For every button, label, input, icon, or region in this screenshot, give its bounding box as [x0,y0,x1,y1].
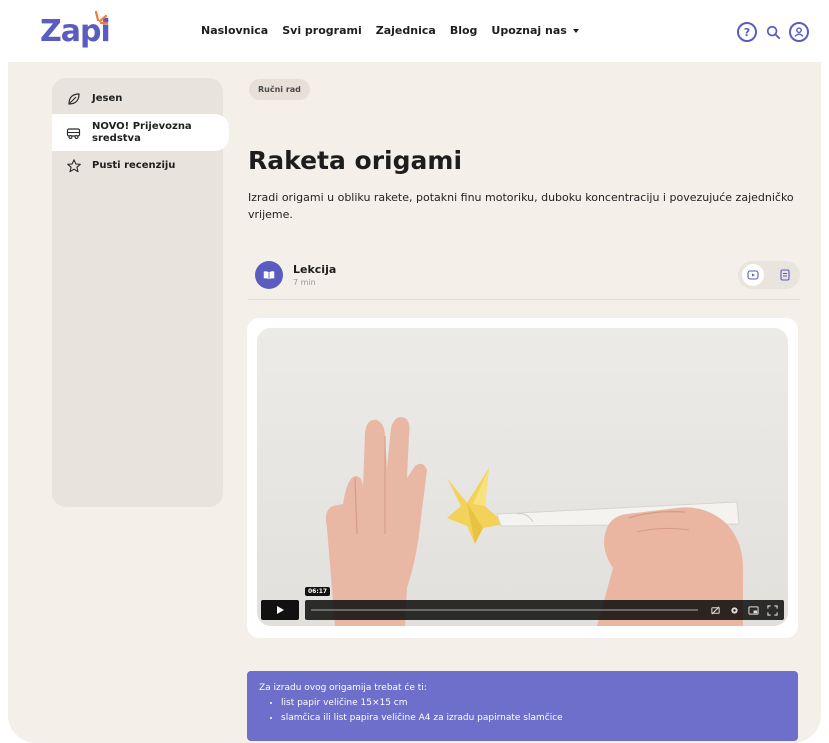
logo-spark-icon [94,10,108,25]
play-button[interactable] [261,600,299,620]
search-icon[interactable] [763,22,783,42]
sidebar-item-prijevozna-sredstva[interactable]: NOVO! Prijevozna sredstva [52,114,229,151]
fullscreen-icon[interactable] [766,603,778,617]
nav-blog[interactable]: Blog [450,24,478,37]
sidebar-item-label: NOVO! Prijevozna sredstva [92,121,192,144]
nav-svi-programi[interactable]: Svi programi [282,24,362,37]
page-description: Izradi origami u obliku rakete, potakni … [248,191,794,221]
picture-in-picture-icon[interactable] [747,603,759,617]
video-controls: 06:17 [261,587,784,620]
main-content: Jesen NOVO! Prijevozna sredstva Pusti re… [8,62,821,743]
list-item: list papir veličine 15×15 cm [281,696,786,711]
lesson-duration: 7 min [293,278,316,287]
play-icon [277,606,284,614]
video-view-button[interactable] [742,264,764,286]
nav-naslovnica[interactable]: Naslovnica [201,24,268,37]
view-toggle [738,261,800,289]
category-tag[interactable]: Ručni rad [249,79,310,100]
materials-intro: Za izradu ovog origamija trebat će ti: [259,683,427,693]
player-icons [709,603,778,617]
list-item: slamčica ili list papira veličine A4 za … [281,711,786,726]
materials-list: list papir veličine 15×15 cm slamčica il… [281,696,786,726]
header-icons: ? [737,22,809,42]
sidebar-item-label: Jesen [92,93,123,105]
video-time: 06:17 [305,587,331,596]
header: Zapi Naslovnica Svi programi Zajednica B… [0,0,829,62]
sidebar: Jesen NOVO! Prijevozna sredstva Pusti re… [52,78,229,507]
video-card: 06:17 [247,318,798,638]
document-icon [780,269,790,281]
sidebar-item-pusti-recenziju[interactable]: Pusti recenziju [52,151,223,181]
nav-zajednica[interactable]: Zajednica [376,24,436,37]
settings-icon[interactable] [728,603,740,617]
lesson-header: Lekcija 7 min [248,254,800,300]
help-icon[interactable]: ? [737,22,757,42]
bus-icon [66,127,81,139]
video-player[interactable]: 06:17 [257,328,788,626]
book-icon [255,261,283,289]
nav-upoznaj-nas[interactable]: Upoznaj nas [491,24,578,37]
page-title: Raketa origami [248,146,463,175]
leaf-icon [68,93,80,105]
video-frame [257,328,788,626]
lesson-title: Lekcija [293,263,337,276]
star-icon [67,159,81,173]
video-icon [747,270,759,280]
user-icon[interactable] [789,22,809,42]
seek-bar[interactable] [311,609,698,611]
main-nav: Naslovnica Svi programi Zajednica Blog U… [201,24,579,37]
sidebar-item-jesen[interactable]: Jesen [52,84,223,114]
materials-box: Za izradu ovog origamija trebat će ti: l… [247,671,798,741]
progress-bar: 06:17 [305,587,784,620]
captions-icon[interactable] [709,603,721,617]
sidebar-item-label: Pusti recenziju [92,160,176,172]
text-view-button[interactable] [774,264,796,286]
